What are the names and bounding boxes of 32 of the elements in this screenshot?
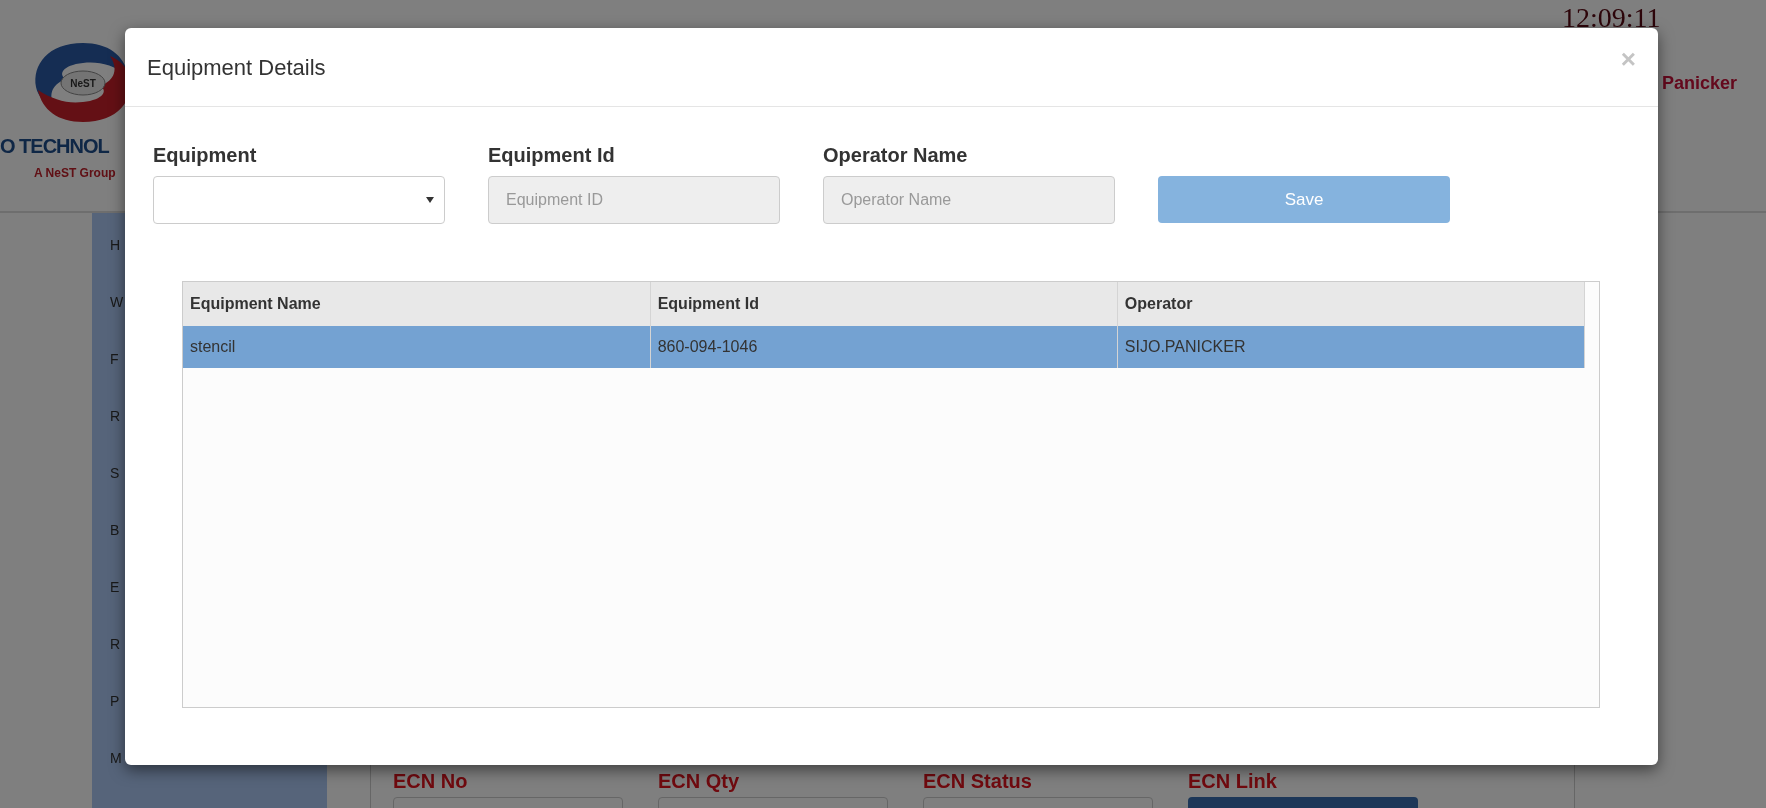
column-header: Operator [1117, 282, 1585, 326]
select-field[interactable] [153, 176, 445, 224]
sidebar-item[interactable]: H [92, 233, 124, 290]
logo-name: O TECHNOL [0, 136, 109, 156]
sidebar-item[interactable]: M [92, 746, 124, 803]
field-label: ECN Status [923, 769, 1033, 793]
column-header: Equipment Id [650, 282, 1118, 326]
user-name: Panicker [1662, 72, 1738, 95]
close-button[interactable]: × [1620, 46, 1636, 72]
sidebar-item[interactable]: F [92, 347, 124, 404]
field-label: ECN Link [1188, 769, 1278, 793]
table-cell[interactable]: SIJO.PANICKER [1117, 326, 1585, 368]
logo-tagline: A NeST Group [34, 165, 116, 182]
sidebar-item[interactable]: B [92, 518, 124, 575]
modal-title: Equipment Details [147, 53, 326, 82]
field-label: ECN No [393, 769, 469, 793]
field-label: ECN Qty [658, 769, 741, 793]
field-label: Operator Name [823, 143, 969, 167]
sidebar-item[interactable]: P [92, 689, 124, 746]
sidebar-item[interactable]: S [92, 461, 124, 518]
table-cell[interactable]: 860-094-1046 [650, 326, 1118, 368]
sidebar-item[interactable]: R [92, 632, 124, 689]
column-header: Equipment Name [183, 282, 651, 326]
table-cell[interactable]: stencil [183, 326, 651, 368]
sidebar-item[interactable]: W [92, 290, 124, 347]
sidebar-item[interactable]: E [92, 575, 124, 632]
sidebar-item[interactable]: R [92, 404, 124, 461]
logo-text: NeST [70, 78, 96, 89]
caret-icon [426, 197, 434, 203]
clock-time: 12:09:11 [1562, 4, 1661, 32]
field-label: Equipment [153, 143, 258, 167]
field-label: Equipment Id [488, 143, 616, 167]
